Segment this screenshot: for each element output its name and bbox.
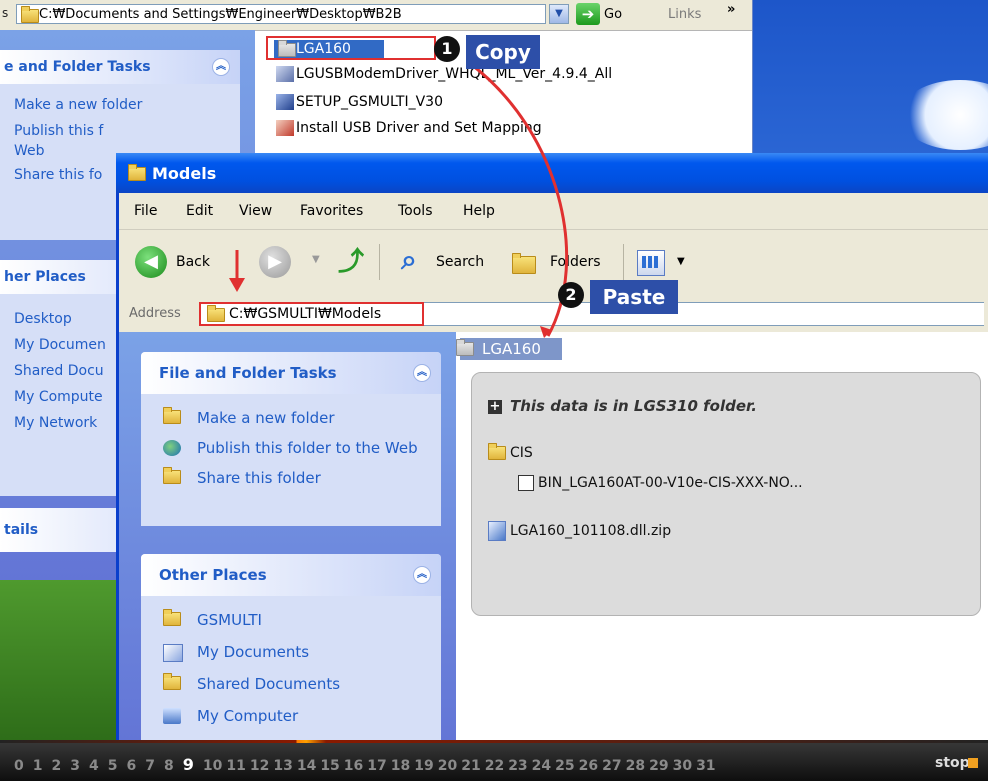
slide-navigation-bar: 0 1 2 3 4 5 6 7 8 9 10 11 12 13 14 15 16 17 18 19 20 21 22 23 24…: [0, 740, 988, 781]
page-20[interactable]: 20: [438, 758, 457, 774]
page-22[interactable]: 22: [485, 758, 504, 774]
page-numbers: 0 1 2 3 4 5 6 7 8 9 10 11 12 13 14 15 16 17 18 19 20 21 22 23 24…: [14, 755, 720, 774]
page-23[interactable]: 23: [508, 758, 527, 774]
page-25[interactable]: 25: [555, 758, 574, 774]
page-27[interactable]: 27: [602, 758, 621, 774]
page-14[interactable]: 14: [297, 758, 316, 774]
page-10[interactable]: 10: [203, 758, 222, 774]
page-11[interactable]: 11: [226, 758, 245, 774]
page-24[interactable]: 24: [532, 758, 551, 774]
page-6[interactable]: 6: [127, 758, 137, 774]
step1-badge: 1: [434, 36, 460, 62]
page-16[interactable]: 16: [344, 758, 363, 774]
page-8[interactable]: 8: [164, 758, 174, 774]
stop-icon[interactable]: [968, 758, 978, 768]
copy-paste-arrow: [229, 60, 569, 338]
page-9[interactable]: 9: [183, 755, 194, 774]
page-7[interactable]: 7: [145, 758, 155, 774]
page-0[interactable]: 0: [14, 758, 24, 774]
page-5[interactable]: 5: [108, 758, 118, 774]
page-2[interactable]: 2: [52, 758, 62, 774]
page-28[interactable]: 28: [626, 758, 645, 774]
page-15[interactable]: 15: [320, 758, 339, 774]
paste-callout: Paste: [590, 280, 678, 314]
page-19[interactable]: 19: [414, 758, 433, 774]
page-31[interactable]: 31: [696, 758, 715, 774]
page-13[interactable]: 13: [273, 758, 292, 774]
stop-button[interactable]: stop: [935, 755, 970, 771]
page-21[interactable]: 21: [461, 758, 480, 774]
page-12[interactable]: 12: [250, 758, 269, 774]
page-17[interactable]: 17: [367, 758, 386, 774]
page-30[interactable]: 30: [673, 758, 692, 774]
copy-callout: Copy: [466, 35, 540, 69]
page-3[interactable]: 3: [70, 758, 80, 774]
page-1[interactable]: 1: [33, 758, 43, 774]
page-4[interactable]: 4: [89, 758, 99, 774]
page-29[interactable]: 29: [649, 758, 668, 774]
page-18[interactable]: 18: [391, 758, 410, 774]
step2-badge: 2: [558, 282, 584, 308]
progress-line: [0, 740, 988, 743]
page-26[interactable]: 26: [579, 758, 598, 774]
